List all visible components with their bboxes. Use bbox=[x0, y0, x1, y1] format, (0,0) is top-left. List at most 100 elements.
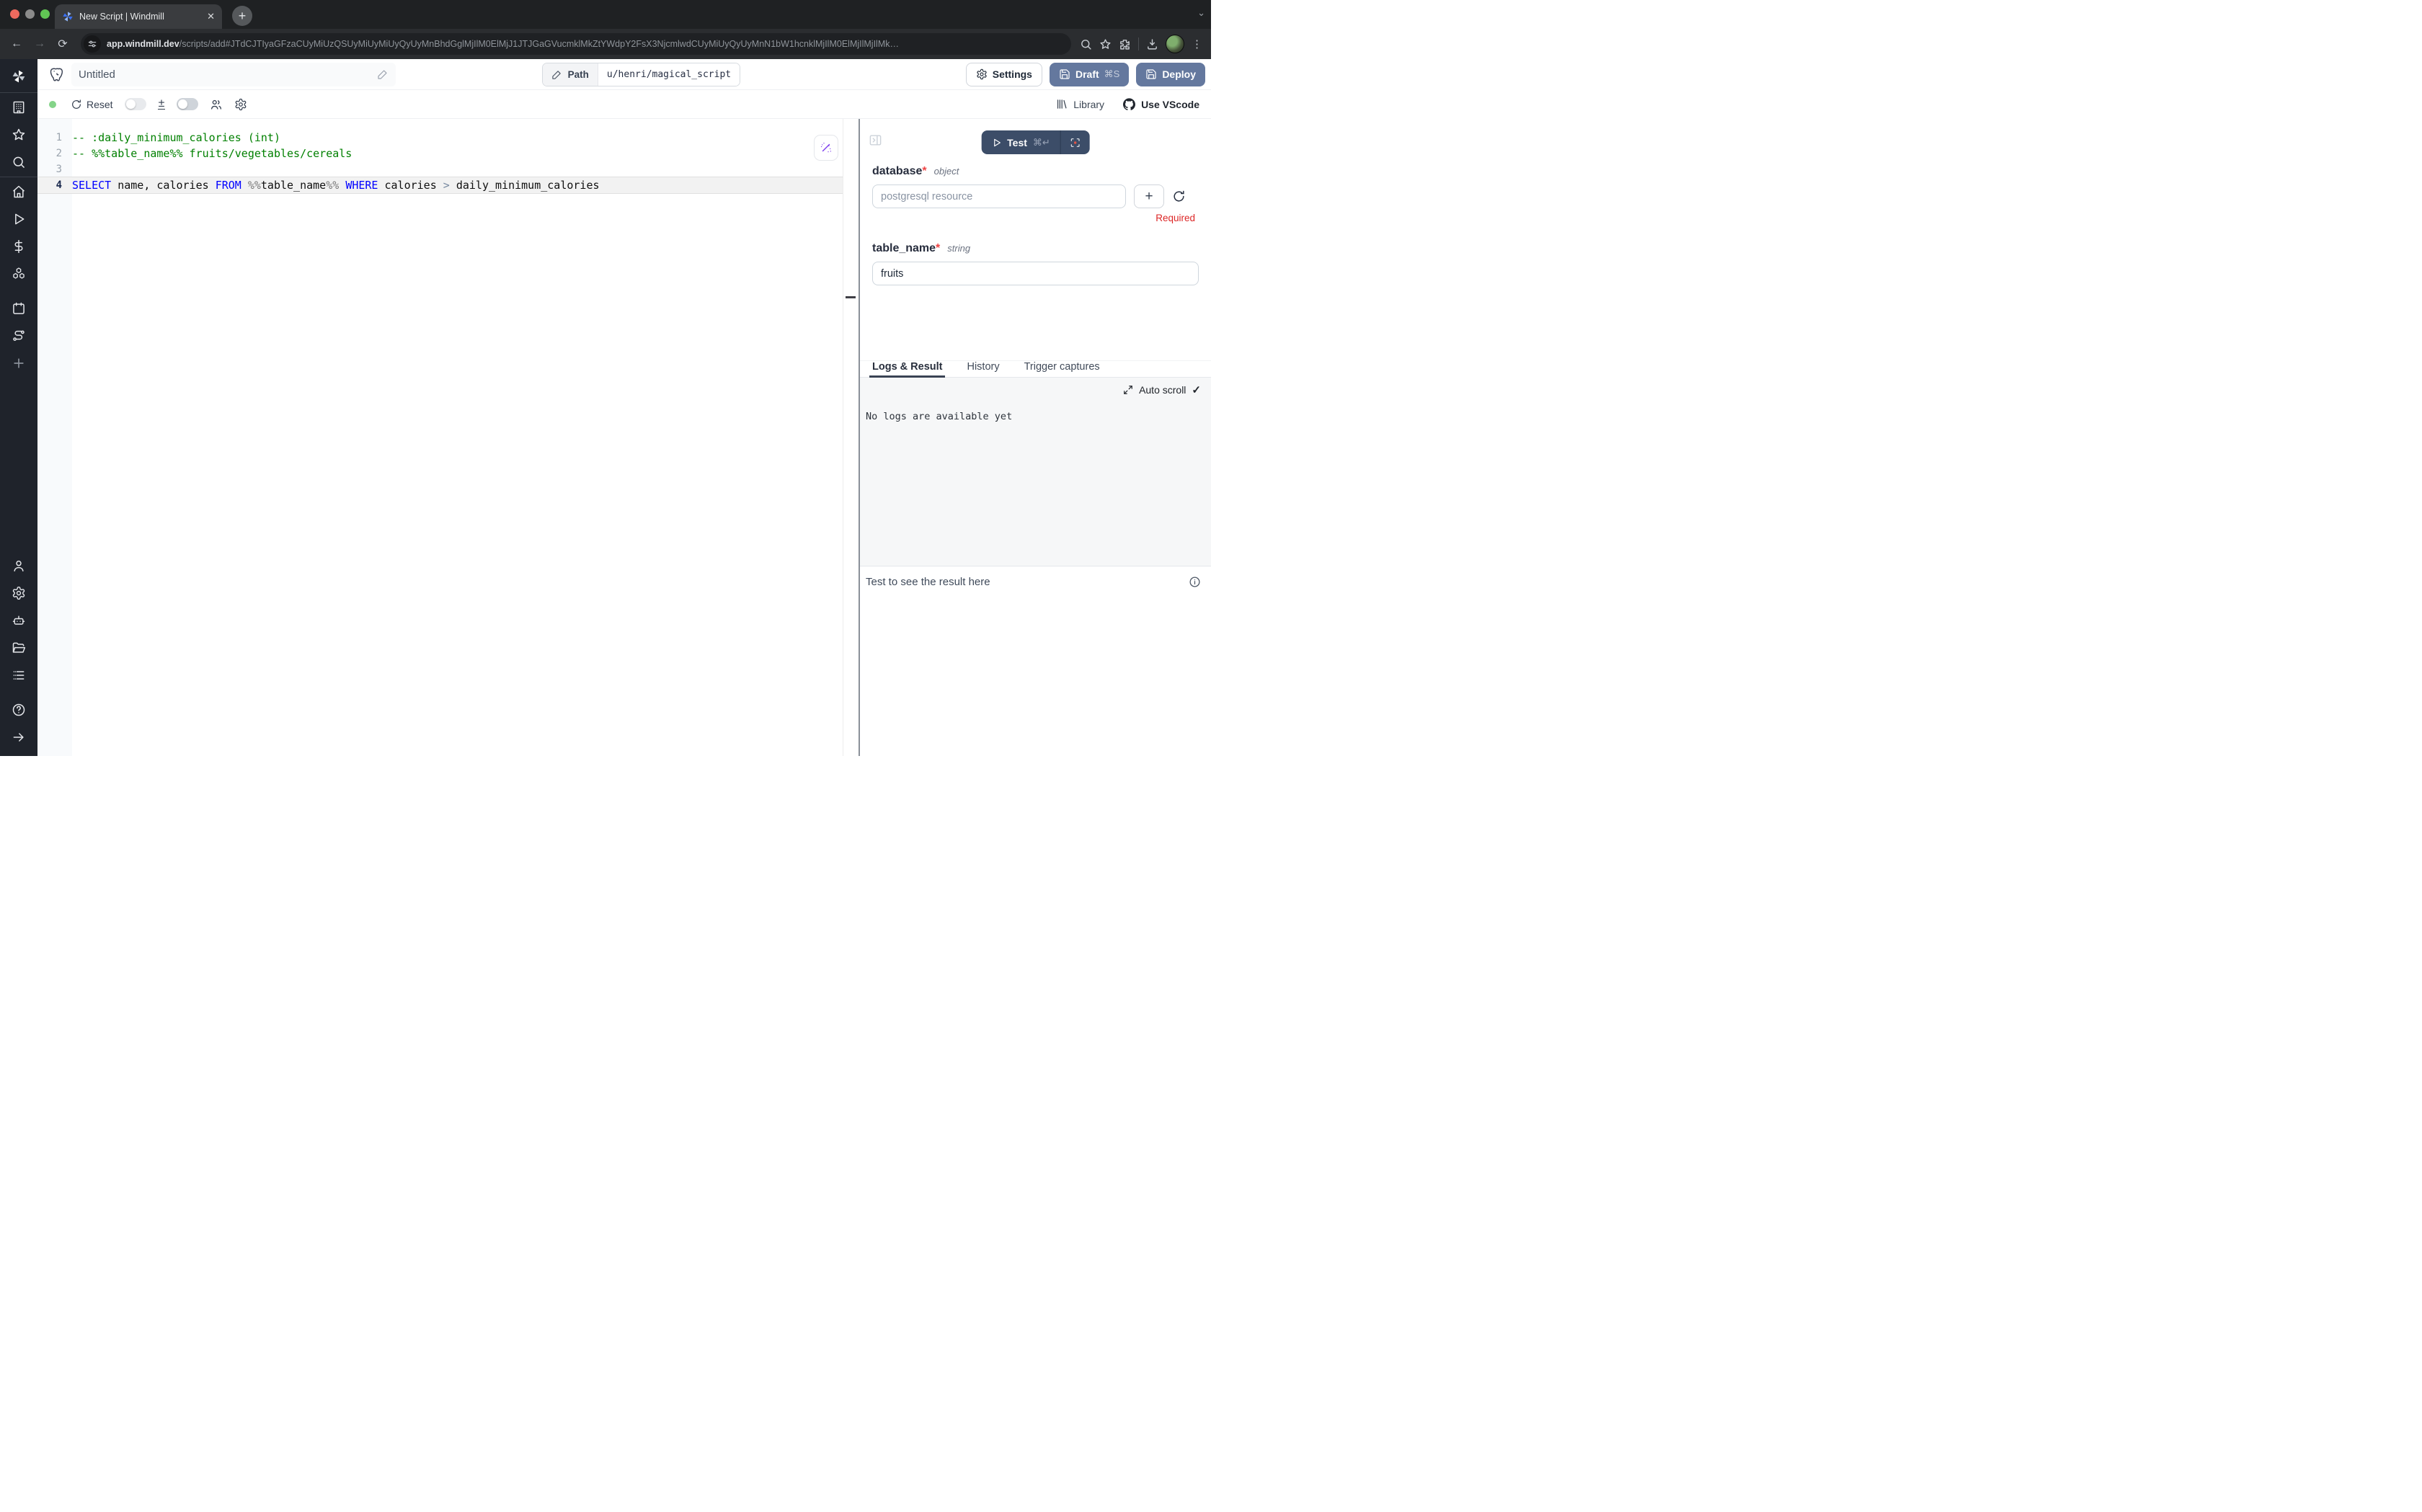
sidebar-item-schedules-calendar-icon[interactable] bbox=[12, 301, 26, 316]
main-column: Untitled Path u/henri/mag bbox=[37, 59, 1211, 756]
tab-close-icon[interactable]: ✕ bbox=[207, 11, 215, 22]
window-controls[interactable] bbox=[10, 9, 50, 19]
refresh-icon bbox=[71, 99, 82, 110]
reset-label: Reset bbox=[86, 99, 113, 110]
auto-scroll-label: Auto scroll bbox=[1139, 384, 1186, 396]
draft-label: Draft bbox=[1075, 68, 1099, 80]
path-label: Path bbox=[568, 69, 589, 80]
info-icon[interactable] bbox=[1189, 576, 1201, 588]
new-tab-button[interactable]: + bbox=[232, 6, 252, 26]
diff-icon: ± bbox=[158, 99, 166, 110]
sidebar-item-runs-play-icon[interactable] bbox=[12, 212, 26, 226]
code-line[interactable]: 4SELECT name, calories FROM %%table_name… bbox=[37, 177, 843, 193]
sidebar-item-logs-list-icon[interactable] bbox=[12, 668, 26, 682]
required-asterisk: * bbox=[922, 165, 926, 177]
diff-mode-toggle[interactable] bbox=[125, 98, 146, 110]
test-button-group: Test ⌘↵ bbox=[981, 130, 1090, 154]
test-button[interactable]: Test ⌘↵ bbox=[981, 130, 1060, 154]
sidebar-item-resources-cubes-icon[interactable] bbox=[12, 267, 26, 281]
tab-trigger-captures[interactable]: Trigger captures bbox=[1024, 361, 1100, 377]
capture-focus-button[interactable] bbox=[1061, 130, 1090, 154]
tab-history[interactable]: History bbox=[967, 361, 999, 377]
checkmark-icon: ✓ bbox=[1192, 383, 1201, 396]
browser-menu-icon[interactable]: ⋮ bbox=[1192, 37, 1202, 50]
sidebar-item-workspace[interactable] bbox=[12, 100, 26, 115]
address-bar[interactable]: app.windmill.dev/scripts/add#JTdCJTIyaGF… bbox=[81, 33, 1071, 55]
line-number-gutter bbox=[37, 119, 72, 756]
ai-assistant-button[interactable] bbox=[814, 135, 838, 161]
editor-minimap[interactable] bbox=[843, 119, 859, 756]
sidebar-item-help-icon[interactable] bbox=[12, 703, 26, 717]
forward-button[interactable]: → bbox=[30, 37, 49, 50]
browser-toolbar: ← → ⟳ app.windmill.dev/scripts/add#JTdCJ… bbox=[0, 29, 1211, 59]
app-sidebar bbox=[0, 59, 37, 756]
sidebar-expand-arrow-icon[interactable] bbox=[12, 730, 26, 744]
status-dot bbox=[49, 101, 56, 108]
draft-button[interactable]: Draft ⌘S bbox=[1050, 63, 1129, 86]
arguments-section: Test ⌘↵ bbox=[860, 119, 1211, 360]
back-button[interactable]: ← bbox=[7, 37, 26, 50]
script-summary-input[interactable]: Untitled bbox=[71, 63, 396, 86]
sidebar-item-add-plus-icon[interactable] bbox=[12, 356, 26, 370]
use-vscode-button[interactable]: Use VScode bbox=[1123, 98, 1199, 110]
profile-avatar[interactable] bbox=[1166, 35, 1184, 53]
code-editor[interactable]: 1-- :daily_minimum_calories (int)2-- %%t… bbox=[37, 119, 859, 756]
github-icon bbox=[1123, 98, 1135, 110]
minimize-window-button[interactable] bbox=[25, 9, 35, 19]
sidebar-item-routes-icon[interactable] bbox=[12, 329, 26, 343]
sidebar-item-variables-dollar-icon[interactable] bbox=[12, 239, 26, 254]
zoom-page-icon[interactable] bbox=[1080, 38, 1092, 50]
reset-button[interactable]: Reset bbox=[71, 99, 113, 110]
library-icon bbox=[1055, 98, 1068, 110]
sidebar-item-folders-icon[interactable] bbox=[12, 641, 26, 655]
refresh-resource-icon[interactable] bbox=[1172, 190, 1186, 203]
tab-search-chevron-icon[interactable]: ⌄ bbox=[1197, 7, 1205, 19]
collapse-panel-icon[interactable] bbox=[869, 133, 882, 147]
code-line[interactable]: 1-- :daily_minimum_calories (int) bbox=[37, 130, 843, 146]
add-resource-button[interactable]: + bbox=[1134, 184, 1164, 208]
url-text: app.windmill.dev/scripts/add#JTdCJTIyaGF… bbox=[107, 39, 899, 49]
tab-logs-result[interactable]: Logs & Result bbox=[872, 361, 942, 377]
test-shortcut: ⌘↵ bbox=[1033, 137, 1050, 148]
path-value: u/henri/magical_script bbox=[598, 63, 740, 86]
database-resource-input[interactable] bbox=[872, 184, 1126, 208]
required-asterisk: * bbox=[936, 242, 940, 254]
field-label-table-name: table_name* string bbox=[872, 242, 1199, 255]
sidebar-item-search-icon[interactable] bbox=[12, 155, 26, 169]
library-button[interactable]: Library bbox=[1055, 98, 1104, 110]
draft-shortcut: ⌘S bbox=[1104, 68, 1120, 80]
sidebar-item-favorites-star-icon[interactable] bbox=[12, 128, 26, 142]
browser-tab[interactable]: New Script | Windmill ✕ bbox=[55, 4, 222, 29]
code-line[interactable]: 2-- %%table_name%% fruits/vegetables/cer… bbox=[37, 146, 843, 161]
code-lines: 1-- :daily_minimum_calories (int)2-- %%t… bbox=[37, 130, 843, 193]
play-icon bbox=[991, 138, 1001, 148]
editor-settings-gear-icon[interactable] bbox=[234, 98, 247, 111]
code-line[interactable]: 3 bbox=[37, 161, 843, 177]
zoom-window-button[interactable] bbox=[40, 9, 50, 19]
sidebar-item-workers-user-icon[interactable] bbox=[12, 559, 26, 573]
logs-area: Auto scroll ✓ No logs are available yet bbox=[860, 378, 1211, 566]
table-name-input[interactable] bbox=[872, 262, 1199, 285]
field-name: database* bbox=[872, 165, 927, 178]
expand-icon[interactable] bbox=[1123, 385, 1133, 395]
close-window-button[interactable] bbox=[10, 9, 19, 19]
save-icon bbox=[1145, 68, 1157, 80]
bookmark-star-icon[interactable] bbox=[1099, 38, 1112, 50]
magic-wand-icon bbox=[820, 141, 833, 154]
script-path-chip[interactable]: Path u/henri/magical_script bbox=[542, 63, 740, 86]
multiplayer-toggle[interactable] bbox=[177, 98, 198, 110]
downloads-icon[interactable] bbox=[1146, 38, 1158, 50]
extensions-puzzle-icon[interactable] bbox=[1119, 38, 1131, 50]
reload-button[interactable]: ⟳ bbox=[53, 37, 72, 51]
result-area: Test to see the result here bbox=[860, 566, 1211, 756]
deploy-button[interactable]: Deploy bbox=[1136, 63, 1205, 86]
sidebar-item-settings-gear-icon[interactable] bbox=[12, 586, 26, 600]
sidebar-item-ai-robot-icon[interactable] bbox=[12, 613, 26, 628]
field-type: object bbox=[934, 166, 959, 177]
settings-button[interactable]: Settings bbox=[966, 63, 1042, 86]
windmill-logo-icon[interactable] bbox=[10, 68, 27, 85]
site-settings-icon[interactable] bbox=[84, 35, 101, 53]
sidebar-item-home-icon[interactable] bbox=[12, 184, 26, 199]
edit-title-pencil-icon[interactable] bbox=[377, 68, 389, 80]
auto-scroll-control[interactable]: Auto scroll ✓ bbox=[1123, 383, 1201, 396]
